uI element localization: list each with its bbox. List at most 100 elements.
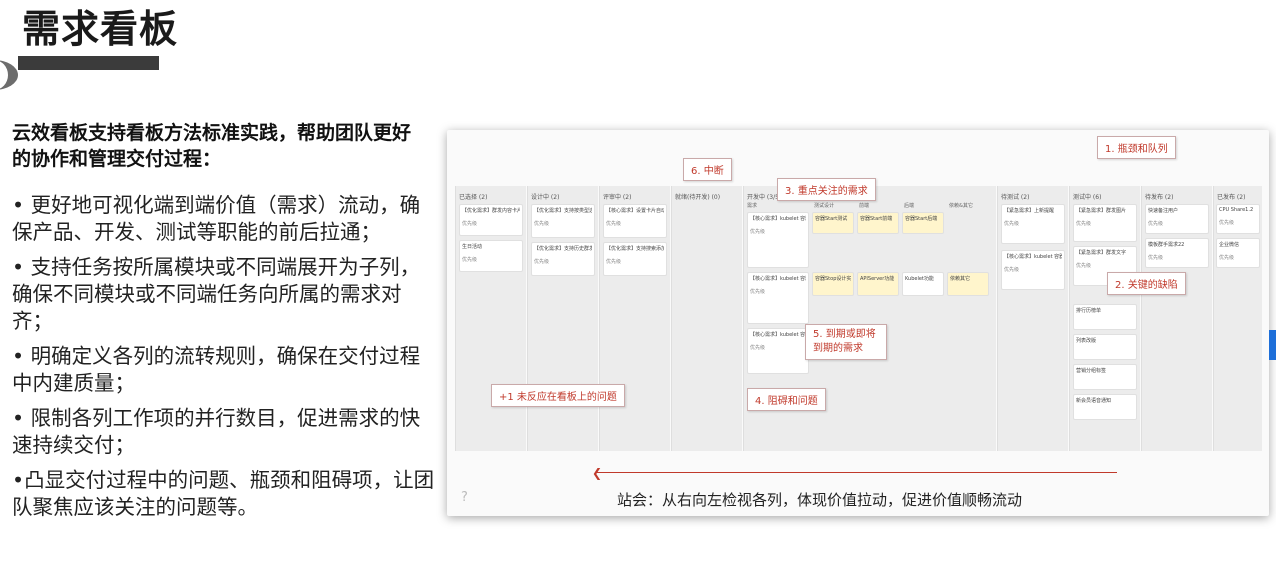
kanban-column: 评审中 (2) 【核心需求】设置卡片自动推送 @11-13 优先级 【优化需求】… [599, 186, 670, 451]
card-title: 依赖其它 [950, 276, 971, 282]
card-meta: 优先级 [462, 257, 478, 263]
card-meta: 优先级 [534, 259, 550, 265]
kanban-card[interactable]: 容器Start后端 [902, 212, 944, 234]
kanban-card[interactable]: 【核心需求】kubelet 容器start 优先级 [747, 212, 809, 268]
bullet-item: •凸显交付过程中的问题、瓶颈和阻碍项，让团队聚焦应该关注的问题等。 [12, 468, 435, 519]
column-header: 测试中 (6) [1073, 194, 1102, 201]
kanban-card[interactable]: 模板群手需求22 优先级 [1145, 238, 1209, 268]
kanban-card[interactable]: 排行历榜单 [1073, 304, 1137, 330]
side-edge-marker [1269, 330, 1276, 360]
callout-blockers: 4. 阻碍和问题 [747, 388, 826, 411]
card-meta: 优先级 [606, 259, 622, 265]
card-meta: 优先级 [1219, 255, 1235, 261]
card-title: 【紧急需求】群发图片 [1076, 208, 1127, 214]
kanban-column: 待测试 (2) 【紧急需求】上新提醒 优先级 【核心需求】kubelet 容器U… [997, 186, 1068, 451]
kanban-card[interactable]: 【优化需求】群发内容卡片 优先级 [459, 204, 523, 236]
kanban-card[interactable]: 【优化需求】支持历史群发 优先级 [531, 242, 595, 276]
kanban-card[interactable]: 【紧急需求】上新提醒 优先级 [1001, 204, 1065, 244]
kanban-column: 就绪(待开发) (0) [671, 186, 742, 451]
card-meta: 优先级 [1076, 221, 1092, 227]
standup-caption: 站会：从右向左检视各列，体现价值拉动，促进价值顺畅流动 [617, 491, 1023, 509]
kanban-card[interactable]: 容器Start前端 [857, 212, 899, 234]
card-meta: 优先级 [1148, 255, 1164, 261]
kanban-card[interactable]: 依赖其它 [947, 272, 989, 296]
column-header: 已选择 (2) [459, 194, 488, 201]
card-meta: 优先级 [1004, 221, 1020, 227]
subcolumn-header: 需求 [747, 203, 758, 209]
kanban-card[interactable]: 列表改版 [1073, 334, 1137, 360]
kanban-card[interactable]: 营销分组标签 [1073, 364, 1137, 390]
card-title: 【核心需求】kubelet 容器start [750, 216, 806, 222]
subcolumn-header: 测试设计 [814, 203, 835, 209]
card-title: APIServer功能 [860, 276, 895, 282]
card-title: 排行历榜单 [1076, 308, 1102, 314]
arrow-left-icon: ❮ [592, 466, 603, 480]
kanban-card[interactable]: Kubelet功能 [902, 272, 944, 296]
bullet-list: • 更好地可视化端到端价值（需求）流动，确保产品、开发、测试等职能的前后拉通； … [12, 192, 440, 529]
kanban-card[interactable]: 【优化需求】支持按类型选择人员 优先级 [531, 204, 595, 238]
card-title: 【优化需求】支持历史群发 [534, 246, 592, 252]
kanban-screenshot: 已选择 (2) 【优化需求】群发内容卡片 优先级 生日活动 优先级 设计中 (2… [447, 130, 1269, 516]
kanban-card[interactable]: 新会员语音通知 [1073, 394, 1137, 420]
kanban-card[interactable]: 【紧急需求】群发图片 优先级 [1073, 204, 1137, 242]
callout-interrupt: 6. 中断 [683, 158, 732, 181]
kanban-card[interactable]: 【核心需求】设置卡片自动推送 @11-13 优先级 [603, 204, 667, 238]
help-icon[interactable]: ? [461, 490, 468, 505]
kanban-card[interactable]: 容器Start测试 [812, 212, 854, 234]
kanban-column: 测试中 (6) 【紧急需求】群发图片 优先级 【紧急需求】群发文字 优先级 排行… [1069, 186, 1140, 451]
callout-due-soon: 5. 到期或即将到期的需求 [805, 324, 887, 360]
kanban-card[interactable]: 【核心需求】kubelet 容器stop 优先级 [747, 272, 809, 324]
kanban-column: 已选择 (2) 【优化需求】群发内容卡片 优先级 生日活动 优先级 [455, 186, 526, 451]
kanban-column: 已发布 (2) CPU Share1.2 优先级 企业微信 优先级 [1213, 186, 1262, 451]
bullet-item: • 支持任务按所属模块或不同端展开为子列，确保不同模块或不同端任务向所属的需求对… [12, 255, 421, 333]
card-title: 【核心需求】kubelet 容器Update @11-09 [1004, 254, 1062, 260]
card-meta: 优先级 [534, 221, 550, 227]
card-title: Kubelet功能 [905, 276, 934, 282]
kanban-card[interactable]: 快速备注用户 优先级 [1145, 204, 1209, 234]
card-meta: 优先级 [750, 289, 766, 295]
page-title: 需求看板 [22, 7, 179, 51]
card-title: 营销分组标签 [1076, 368, 1107, 374]
callout-critical-bug: 2. 关键的缺陷 [1107, 272, 1186, 295]
kanban-card[interactable]: 容器Stop设计实现测试用例 [812, 272, 854, 296]
card-meta: 优先级 [1219, 220, 1235, 226]
column-header: 评审中 (2) [603, 194, 632, 201]
card-title: 【优化需求】支持按类型选择人员 [534, 208, 592, 214]
column-header: 待发布 (2) [1145, 194, 1174, 201]
bullet-item: • 更好地可视化端到端价值（需求）流动，确保产品、开发、测试等职能的前后拉通； [12, 193, 421, 244]
kanban-card[interactable]: 【核心需求】kubelet 容器upgrade 优先级 [747, 328, 809, 374]
column-header: 设计中 (2) [531, 194, 560, 201]
subcolumn-header: 前端 [859, 203, 870, 209]
card-meta: 优先级 [750, 345, 766, 351]
column-header: 待测试 (2) [1001, 194, 1030, 201]
kanban-column: 设计中 (2) 【优化需求】支持按类型选择人员 优先级 【优化需求】支持历史群发… [527, 186, 598, 451]
kanban-card[interactable]: 【优化需求】支持搜索添加人员 优先级 [603, 242, 667, 276]
callout-hidden-issues: +1 未反应在看板上的问题 [491, 384, 625, 407]
card-title: 容器Start后端 [905, 216, 938, 222]
kanban-card[interactable]: APIServer功能 [857, 272, 899, 296]
column-header: 就绪(待开发) (0) [675, 194, 721, 201]
kanban-column-expanded: 开发中 (3/5) 需求 测试设计 前端 后端 依赖&其它 【核心需求】kube… [743, 186, 996, 451]
bullet-item: • 限制各列工作项的并行数目，促进需求的快速持续交付； [12, 406, 421, 457]
card-title: 【核心需求】设置卡片自动推送 @11-13 [606, 208, 664, 214]
kanban-card[interactable]: 【核心需求】kubelet 容器Update @11-09 优先级 [1001, 250, 1065, 290]
card-title: 容器Start测试 [815, 216, 848, 222]
subcolumn-header: 后端 [904, 203, 915, 209]
subcolumn-header: 依赖&其它 [949, 203, 973, 209]
kanban-card[interactable]: 生日活动 优先级 [459, 240, 523, 272]
kanban-column: 待发布 (2) 快速备注用户 优先级 模板群手需求22 优先级 [1141, 186, 1212, 451]
column-header: 已发布 (2) [1217, 194, 1246, 201]
card-title: 快速备注用户 [1148, 208, 1179, 214]
card-title: 【紧急需求】群发文字 [1076, 250, 1127, 256]
card-title: 新会员语音通知 [1076, 398, 1112, 404]
card-title: 列表改版 [1076, 338, 1097, 344]
card-title: 【核心需求】kubelet 容器upgrade [750, 332, 806, 338]
kanban-card[interactable]: CPU Share1.2 优先级 [1216, 204, 1260, 234]
card-meta: 优先级 [462, 221, 478, 227]
flow-arrow-line [597, 472, 1117, 473]
card-title: 模板群手需求22 [1148, 242, 1185, 248]
card-meta: 优先级 [1148, 221, 1164, 227]
card-title: 【核心需求】kubelet 容器stop [750, 276, 806, 282]
card-title: 企业微信 [1219, 242, 1240, 248]
kanban-card[interactable]: 企业微信 优先级 [1216, 238, 1260, 268]
